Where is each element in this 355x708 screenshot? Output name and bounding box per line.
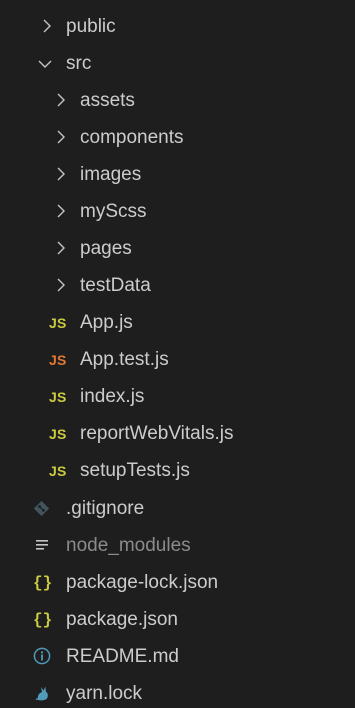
tree-item-public[interactable]: public: [0, 8, 355, 44]
tree-item-label: index.js: [80, 386, 145, 407]
chevron-right-icon: [57, 204, 65, 218]
tree-item-label: App.js: [80, 312, 133, 333]
tree-item-src[interactable]: src: [0, 45, 355, 81]
tree-item-gitignore[interactable]: .gitignore: [0, 490, 355, 526]
tree-item-label: myScss: [80, 201, 147, 222]
tree-item-reportwebvitals-js[interactable]: JS reportWebVitals.js: [0, 415, 355, 451]
js-file-icon: JS: [49, 463, 67, 479]
tree-item-app-js[interactable]: JS App.js: [0, 304, 355, 340]
tree-item-label: App.test.js: [80, 349, 169, 370]
tree-item-package-json[interactable]: {} package.json: [0, 601, 355, 637]
lines-icon: [36, 540, 48, 550]
tree-item-label: yarn.lock: [66, 683, 143, 704]
js-file-icon: JS: [49, 426, 67, 442]
js-file-icon: JS: [49, 389, 67, 405]
tree-item-label: testData: [80, 275, 151, 296]
chevron-right-icon: [57, 130, 65, 144]
tree-item-yarn-lock[interactable]: yarn.lock: [0, 675, 355, 708]
json-file-icon: {}: [33, 574, 53, 592]
tree-item-myscss[interactable]: myScss: [0, 193, 355, 229]
tree-item-node-modules[interactable]: node_modules: [0, 527, 355, 563]
info-icon: [33, 647, 51, 665]
tree-item-label: node_modules: [66, 535, 191, 556]
yarn-icon: [35, 686, 48, 701]
file-explorer: public src assets components images mySc…: [0, 0, 355, 708]
tree-item-label: reportWebVitals.js: [80, 423, 234, 444]
tree-item-index-js[interactable]: JS index.js: [0, 378, 355, 414]
tree-item-app-test-js[interactable]: JS App.test.js: [0, 341, 355, 377]
tree-item-setuptests-js[interactable]: JS setupTests.js: [0, 452, 355, 488]
tree-item-images[interactable]: images: [0, 156, 355, 192]
tree-item-label: setupTests.js: [80, 460, 190, 481]
tree-item-components[interactable]: components: [0, 119, 355, 155]
chevron-right-icon: [57, 167, 65, 181]
tree-item-label: assets: [80, 90, 135, 111]
tree-item-label: package-lock.json: [66, 572, 219, 593]
tree-item-label: .gitignore: [66, 498, 145, 519]
tree-item-label: components: [80, 127, 184, 148]
json-file-icon: {}: [33, 611, 53, 629]
test-js-file-icon: JS: [49, 352, 67, 368]
tree-item-label: public: [66, 16, 116, 37]
js-file-icon: JS: [49, 315, 67, 331]
tree-item-pages[interactable]: pages: [0, 230, 355, 266]
git-icon: [33, 500, 50, 517]
chevron-right-icon: [57, 93, 65, 107]
tree-item-testdata[interactable]: testData: [0, 267, 355, 303]
chevron-right-icon: [57, 241, 65, 255]
tree-item-label: pages: [80, 238, 132, 259]
chevron-down-icon: [38, 60, 52, 68]
tree-item-label: src: [66, 53, 92, 74]
tree-item-assets[interactable]: assets: [0, 82, 355, 118]
tree-item-label: README.md: [66, 646, 179, 667]
tree-item-package-lock-json[interactable]: {} package-lock.json: [0, 564, 355, 600]
chevron-right-icon: [43, 19, 51, 33]
chevron-right-icon: [57, 278, 65, 292]
tree-item-readme-md[interactable]: README.md: [0, 638, 355, 674]
tree-item-label: images: [80, 164, 142, 185]
tree-item-label: package.json: [66, 609, 178, 630]
